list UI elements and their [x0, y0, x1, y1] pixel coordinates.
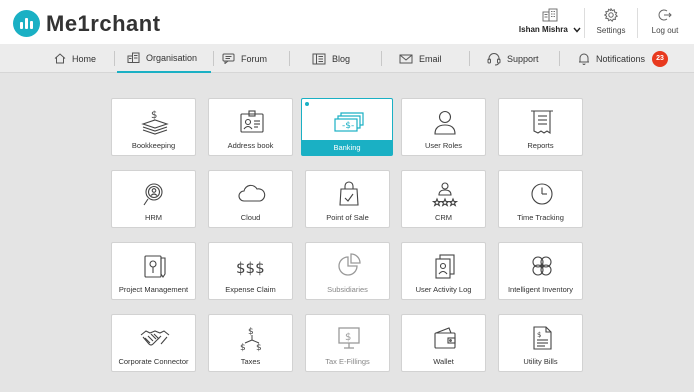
monitor-dollar-icon: $ — [337, 327, 360, 349]
office-building-icon — [542, 8, 558, 22]
bell-icon — [579, 53, 589, 65]
tile-point-of-sale[interactable]: Point of Sale — [305, 170, 390, 228]
tile-wallet[interactable]: Wallet — [401, 314, 486, 372]
nav-item-forum[interactable]: Forum — [222, 44, 267, 73]
cloud-icon — [238, 184, 265, 202]
id-card-icon — [239, 110, 264, 133]
headset-icon — [487, 52, 501, 65]
home-icon — [54, 53, 66, 64]
envelope-icon — [399, 54, 413, 63]
svg-text:$: $ — [345, 332, 351, 343]
tile-crm[interactable]: CRM — [401, 170, 486, 228]
chat-icon — [222, 53, 235, 64]
tile-intelligent-inventory[interactable]: Intelligent Inventory — [498, 242, 583, 300]
nav-separator — [213, 51, 214, 66]
nav-item-home[interactable]: Home — [54, 44, 96, 73]
handshake-icon — [140, 330, 169, 346]
tile-address-book[interactable]: Address book — [208, 98, 293, 156]
main-nav: Home Organisation Forum Blog Email Suppo… — [0, 44, 694, 73]
project-pencil-icon — [143, 255, 166, 278]
settings-button[interactable]: Settings — [586, 8, 636, 40]
logout-button[interactable]: Log out — [640, 8, 690, 40]
tile-time-tracking[interactable]: Time Tracking — [498, 170, 583, 228]
receipt-icon — [530, 110, 553, 135]
tile-banking[interactable]: -$- Banking — [301, 98, 393, 156]
tile-user-roles[interactable]: User Roles — [401, 98, 486, 156]
banknotes-icon: -$- — [334, 112, 364, 132]
settings-label: Settings — [596, 26, 626, 35]
top-header: Me1rchant Ishan Mishra Settings Log out — [0, 0, 694, 44]
svg-text:$: $ — [537, 331, 541, 339]
building-icon — [127, 52, 140, 63]
header-divider — [584, 8, 585, 38]
clover-icon — [531, 256, 552, 276]
people-search-icon — [143, 183, 163, 206]
nav-item-organisation[interactable]: Organisation — [117, 44, 211, 73]
svg-text:$: $ — [151, 110, 157, 121]
chevron-down-icon — [573, 27, 581, 33]
tile-user-activity-log[interactable]: User Activity Log — [401, 242, 486, 300]
nav-separator — [559, 51, 560, 66]
pie-chart-icon — [337, 253, 361, 276]
tile-expense-claim[interactable]: $$$ Expense Claim — [208, 242, 293, 300]
header-divider — [637, 8, 638, 38]
user-menu[interactable]: Ishan Mishra — [517, 8, 583, 40]
app-name: Me1rchant — [46, 10, 161, 36]
tile-cloud[interactable]: Cloud — [208, 170, 293, 228]
nav-separator — [114, 51, 115, 66]
tile-project-management[interactable]: Project Management — [111, 242, 196, 300]
dollar-signs-icon: $$$ — [236, 259, 265, 277]
bill-document-icon: $ — [532, 326, 552, 350]
wallet-icon — [433, 327, 456, 349]
clock-icon — [530, 183, 553, 205]
gear-icon — [604, 8, 618, 22]
money-stack-icon: $ — [140, 110, 169, 135]
tax-dollar-icon: $$ $ — [240, 327, 262, 352]
nav-separator — [469, 51, 470, 66]
notification-count-badge: 23 — [652, 50, 669, 67]
tile-subsidiaries[interactable]: Subsidiaries — [305, 242, 390, 300]
user-icon — [433, 110, 456, 135]
activity-log-icon — [434, 254, 455, 279]
logo-bars-icon — [13, 10, 40, 37]
tile-reports[interactable]: Reports — [498, 98, 583, 156]
nav-separator — [381, 51, 382, 66]
svg-text:$: $ — [256, 343, 262, 352]
logout-label: Log out — [651, 26, 679, 35]
app-logo[interactable]: Me1rchant — [13, 10, 161, 37]
tile-taxes[interactable]: $ $ $ Taxes — [208, 314, 293, 372]
svg-text:$: $ — [240, 343, 246, 352]
active-indicator-dot — [305, 102, 309, 106]
logout-icon — [658, 9, 672, 21]
shopping-bag-icon — [338, 181, 359, 206]
nav-item-blog[interactable]: Blog — [312, 44, 350, 73]
user-name: Ishan Mishra — [518, 25, 568, 34]
svg-text:-$-: -$- — [342, 121, 354, 131]
tile-utility-bills[interactable]: $ Utility Bills — [498, 314, 583, 372]
customer-rating-icon — [431, 182, 458, 207]
tile-corporate-connector[interactable]: Corporate Connector — [111, 314, 196, 372]
tile-bookkeeping[interactable]: $ Bookkeeping — [111, 98, 196, 156]
tile-hrm[interactable]: HRM — [111, 170, 196, 228]
nav-item-notifications[interactable]: Notifications 23 — [578, 44, 669, 73]
svg-text:$: $ — [248, 327, 254, 337]
svg-text:$$$: $$$ — [236, 259, 265, 277]
nav-item-support[interactable]: Support — [487, 44, 539, 73]
blog-icon — [312, 53, 326, 64]
nav-separator — [289, 51, 290, 66]
tile-tax-e-fillings[interactable]: $ Tax E-Fillings — [305, 314, 390, 372]
nav-item-email[interactable]: Email — [399, 44, 442, 73]
